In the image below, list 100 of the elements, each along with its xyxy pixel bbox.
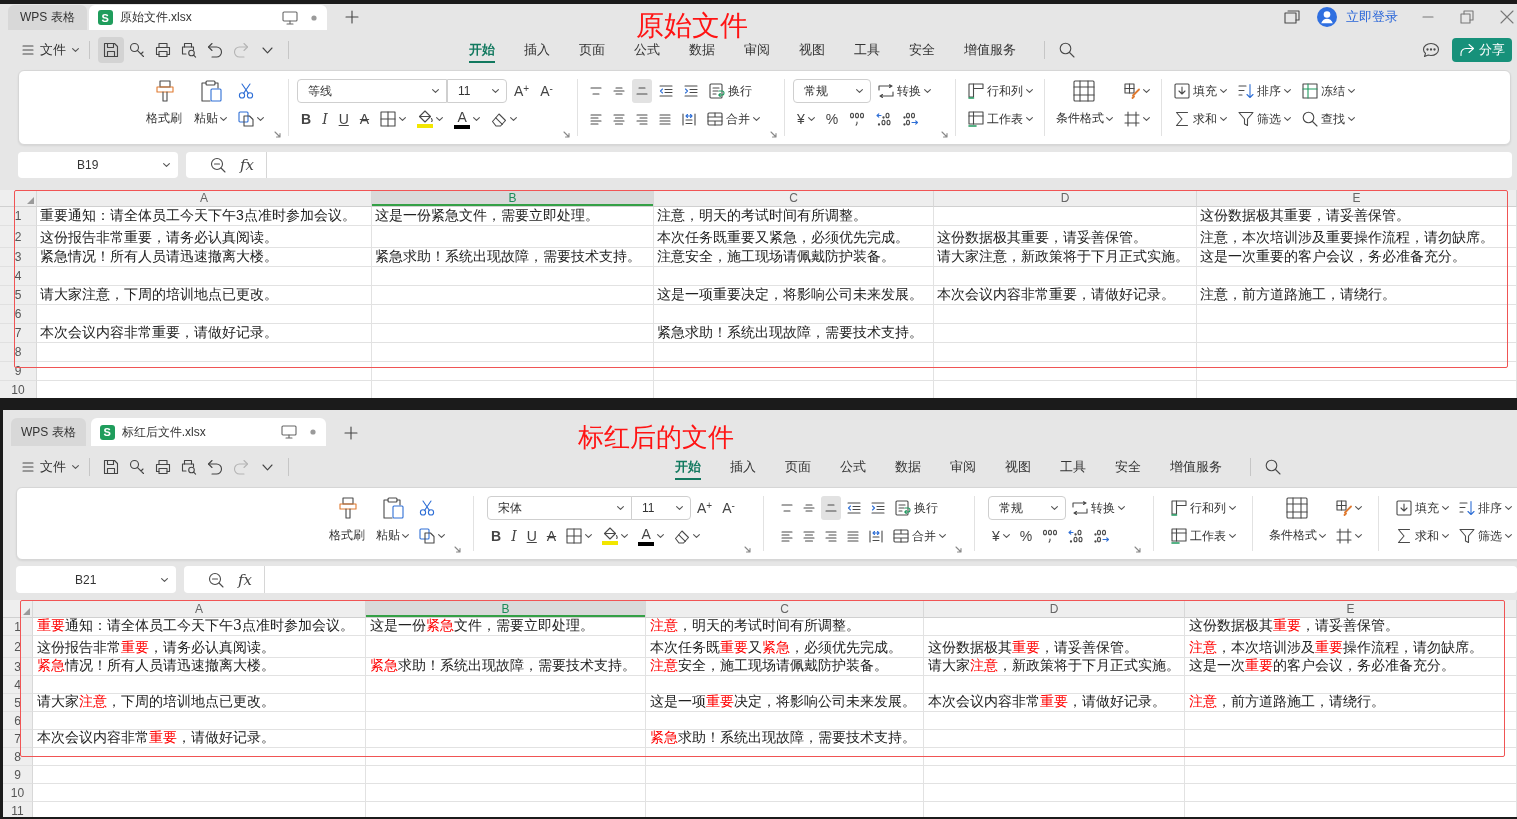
file-tab[interactable]: S 标红后文件.xlsx — [90, 418, 326, 446]
row-header[interactable]: 7 — [3, 730, 33, 748]
paste-button[interactable]: 粘贴 — [373, 496, 412, 544]
strikethrough-button[interactable]: A — [355, 107, 374, 131]
shrink-font-button[interactable]: A$^{-}$ — [536, 79, 557, 103]
font-name-dropdown[interactable]: 宋体 — [487, 496, 632, 520]
plus-icon[interactable] — [344, 10, 359, 24]
bold-button[interactable]: B — [487, 524, 506, 548]
menu-tab[interactable]: 增值服务 — [1155, 451, 1236, 483]
row-header[interactable]: 10 — [3, 784, 33, 802]
zoom-out-icon[interactable] — [210, 157, 226, 173]
file-menu-button[interactable]: 文件 — [20, 37, 81, 63]
convert-button[interactable]: 转换 — [1067, 496, 1129, 520]
format-painter-button[interactable]: 格式刷 — [143, 79, 187, 127]
chat-bubble-icon[interactable] — [1422, 42, 1440, 58]
dialog-launcher-icon[interactable] — [274, 131, 281, 138]
row-header[interactable]: 6 — [0, 305, 37, 324]
wrap-text-button[interactable]: 换行 — [890, 496, 942, 520]
freeze-button[interactable]: 冻结 — [1297, 79, 1359, 103]
row-header[interactable]: 7 — [0, 324, 37, 343]
italic-button[interactable]: I — [318, 107, 332, 131]
font-size-dropdown[interactable]: 11 — [447, 79, 507, 103]
conditional-format-button[interactable]: 条件格式 — [1052, 79, 1116, 127]
menu-tab[interactable]: 页面 — [564, 34, 619, 66]
insert-function-button[interactable]: fx — [240, 156, 254, 174]
insert-function-button[interactable]: fx — [238, 570, 252, 589]
row-header[interactable]: 10 — [0, 381, 37, 398]
row-header[interactable]: 9 — [3, 766, 33, 784]
select-all-corner[interactable] — [3, 600, 33, 618]
menu-tab[interactable]: 公式 — [825, 451, 880, 483]
dialog-launcher-icon[interactable] — [743, 546, 751, 553]
italic-button[interactable]: I — [507, 524, 521, 548]
menu-tab[interactable]: 安全 — [1100, 451, 1155, 483]
dialog-launcher-icon[interactable] — [940, 131, 948, 138]
font-name-dropdown[interactable]: 等线 — [297, 79, 447, 103]
merge-button[interactable]: 合并 — [702, 107, 764, 131]
row-header[interactable]: 4 — [0, 267, 37, 286]
menu-tab[interactable]: 安全 — [894, 34, 949, 66]
row-header[interactable]: 3 — [0, 248, 37, 267]
dialog-launcher-icon[interactable] — [769, 131, 777, 138]
convert-button[interactable]: 转换 — [873, 79, 935, 103]
format-painter-button[interactable]: 格式刷 — [326, 496, 370, 544]
plus-icon[interactable] — [343, 426, 358, 440]
menu-tab[interactable]: 页面 — [770, 451, 825, 483]
grow-font-button[interactable]: A$^{+}$ — [510, 79, 534, 103]
menu-tab[interactable]: 插入 — [715, 451, 770, 483]
wrap-text-button[interactable]: 换行 — [704, 79, 756, 103]
menu-tab[interactable]: 插入 — [509, 34, 564, 66]
menu-tab[interactable]: 审阅 — [935, 451, 990, 483]
dialog-launcher-icon[interactable] — [1133, 546, 1141, 553]
fill-button[interactable]: 填充 — [1391, 496, 1453, 520]
dialog-launcher-icon[interactable] — [562, 131, 570, 138]
save-button[interactable] — [98, 37, 124, 63]
row-header[interactable]: 2 — [0, 226, 37, 248]
search-icon[interactable] — [1265, 459, 1281, 475]
number-format-dropdown[interactable]: 常规 — [792, 79, 871, 103]
conditional-format-button[interactable]: 条件格式 — [1265, 496, 1329, 544]
filter-button[interactable]: 筛选 — [1454, 524, 1516, 548]
filter-button[interactable]: 筛选 — [1233, 107, 1295, 131]
menu-tab[interactable]: 数据 — [880, 451, 935, 483]
underline-button[interactable]: U — [334, 107, 353, 131]
strikethrough-button[interactable]: A — [542, 524, 561, 548]
font-color-button[interactable]: A — [450, 107, 485, 131]
search-icon[interactable] — [1059, 42, 1075, 58]
worksheet-button[interactable]: 工作表 — [1166, 524, 1240, 548]
row-header[interactable]: 5 — [0, 286, 37, 305]
rows-columns-button[interactable]: 行和列 — [1166, 496, 1240, 520]
app-tab[interactable]: WPS 表格 — [8, 5, 87, 30]
sum-button[interactable]: 求和 — [1169, 107, 1231, 131]
number-format-dropdown[interactable]: 常规 — [987, 496, 1066, 520]
sort-button[interactable]: 排序 — [1454, 496, 1516, 520]
rows-columns-button[interactable]: 行和列 — [963, 79, 1037, 103]
monitor-icon[interactable] — [281, 10, 298, 25]
zoom-out-icon[interactable] — [208, 571, 224, 588]
row-header[interactable]: 1 — [0, 207, 37, 226]
file-menu-button[interactable]: 文件 — [20, 454, 81, 480]
monitor-icon[interactable] — [280, 425, 297, 439]
restore-icon[interactable] — [1460, 10, 1474, 24]
menu-tab[interactable]: 工具 — [839, 34, 894, 66]
sum-button[interactable]: 求和 — [1391, 524, 1453, 548]
name-box[interactable]: B21 — [16, 566, 176, 593]
merge-button[interactable]: 合并 — [888, 524, 950, 548]
app-tab[interactable]: WPS 表格 — [11, 418, 86, 446]
grow-font-button[interactable]: A$^{+}$ — [693, 496, 717, 520]
row-header[interactable]: 8 — [0, 343, 37, 362]
file-tab[interactable]: S 原始文件.xlsx — [88, 5, 327, 30]
font-color-button[interactable]: A — [634, 524, 669, 548]
menu-tab[interactable]: 增值服务 — [949, 34, 1030, 66]
row-header[interactable]: 8 — [3, 748, 33, 766]
dialog-launcher-icon[interactable] — [954, 546, 962, 553]
row-header[interactable]: 11 — [3, 802, 33, 817]
row-header[interactable]: 1 — [3, 618, 33, 636]
share-button[interactable]: 分享 — [1452, 38, 1512, 62]
menu-tab[interactable]: 视图 — [990, 451, 1045, 483]
row-header[interactable]: 6 — [3, 712, 33, 730]
paste-button[interactable]: 粘贴 — [191, 79, 230, 127]
name-box[interactable]: B19 — [18, 152, 178, 178]
row-header[interactable]: 5 — [3, 694, 33, 712]
percent-button[interactable]: % — [1015, 524, 1037, 548]
find-button[interactable]: 查找 — [1297, 107, 1359, 131]
